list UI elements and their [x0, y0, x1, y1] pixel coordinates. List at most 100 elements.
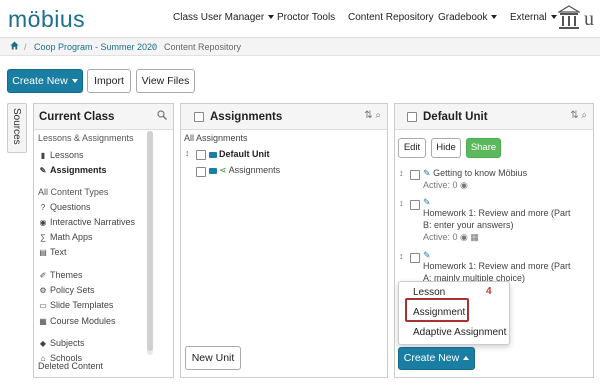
home-icon[interactable]: [10, 41, 19, 50]
breadcrumb-class-link[interactable]: Coop Program - Summer 2020: [34, 42, 157, 52]
nav-label: Gradebook: [438, 12, 488, 23]
breadcrumb-current: Content Repository: [164, 42, 242, 52]
search-icon[interactable]: [157, 110, 167, 120]
drag-handle-icon[interactable]: ↕: [399, 251, 404, 261]
narrative-icon: ◉: [39, 218, 47, 227]
edit-button[interactable]: Edit: [398, 138, 426, 158]
tree-item-default-unit[interactable]: Default Unit: [209, 149, 270, 159]
class-item-deleted-content[interactable]: Deleted Content: [38, 361, 103, 371]
group-label: All Content Types: [38, 187, 109, 197]
row-checkbox[interactable]: [410, 200, 420, 210]
class-item-questions[interactable]: ? Questions: [38, 202, 91, 212]
annotation-number: 4: [486, 286, 492, 297]
nav-gradebook[interactable]: Gradebook: [438, 12, 498, 23]
sort-icon[interactable]: ⇅: [364, 110, 372, 121]
nav-label: External: [510, 12, 547, 23]
pencil-icon: ✎: [423, 168, 431, 178]
class-item-subjects[interactable]: ◆ Subjects: [38, 338, 85, 348]
eye-icon[interactable]: ◉: [460, 232, 468, 242]
row-checkbox[interactable]: [196, 167, 206, 177]
button-label: Create New: [403, 352, 460, 364]
caret-down-icon: [491, 15, 498, 20]
search-icon[interactable]: ⌕: [581, 110, 587, 121]
item-label: Text: [50, 247, 67, 257]
header-icons: ⇅ ⌕: [570, 110, 587, 121]
sort-icon[interactable]: ⇅: [570, 110, 578, 121]
institution-name: u: [584, 8, 594, 30]
tree-item-assignments[interactable]: ⋖ Assignments: [209, 165, 280, 176]
text-icon: ▤: [39, 248, 47, 257]
item-label: Slide Templates: [50, 300, 114, 310]
item-label: Questions: [50, 202, 91, 212]
item-label: Default Unit: [219, 149, 270, 159]
class-item-interactive-narratives[interactable]: ◉ Interactive Narratives: [38, 217, 136, 227]
folder-icon: [209, 167, 217, 174]
unit-item-status: Active: 0 ◉ ▦: [423, 232, 479, 243]
caret-down-icon: [550, 15, 557, 20]
row-checkbox[interactable]: [196, 150, 206, 160]
row-checkbox[interactable]: [410, 170, 420, 180]
row-checkbox[interactable]: [410, 253, 420, 263]
class-item-course-modules[interactable]: ▦ Course Modules: [38, 316, 116, 326]
mobius-logo[interactable]: möbius: [8, 6, 85, 33]
eye-icon[interactable]: ◉: [460, 180, 468, 190]
unit-item-status: Active: 0 ◉: [423, 180, 468, 191]
class-item-policy-sets[interactable]: ⚙ Policy Sets: [38, 285, 95, 295]
drag-handle-icon[interactable]: ↕: [399, 168, 404, 178]
breadcrumb: / Coop Program - Summer 2020 / Content R…: [0, 38, 600, 56]
scrollbar[interactable]: [147, 131, 153, 355]
panel-header: Assignments ⇅ ⌕: [181, 104, 387, 130]
item-label: Policy Sets: [50, 285, 95, 295]
share-button[interactable]: Share: [466, 138, 501, 158]
unit-item-title[interactable]: ✎ Getting to know Möbius: [423, 168, 527, 179]
new-unit-button[interactable]: New Unit: [185, 346, 241, 370]
sources-tab[interactable]: Sources: [7, 103, 27, 153]
nav-content-repository[interactable]: Content Repository: [348, 12, 434, 23]
calendar-icon[interactable]: ▦: [470, 232, 479, 242]
math-app-icon: ∑: [40, 233, 46, 242]
pencil-icon: ✎: [423, 197, 431, 207]
item-label: Assignments: [228, 165, 281, 175]
caret-down-icon: [71, 79, 78, 84]
class-item-math-apps[interactable]: ∑ Math Apps: [38, 232, 92, 242]
panel-title: Default Unit: [423, 111, 488, 123]
panel-header: Current Class: [34, 104, 173, 130]
status-text: Active: 0: [423, 232, 458, 242]
book-icon: ▮: [40, 151, 46, 160]
class-item-slide-templates[interactable]: ▭ Slide Templates: [38, 300, 113, 310]
drag-handle-icon[interactable]: ↕: [185, 148, 190, 158]
themes-icon: ✐: [39, 271, 47, 280]
slide-templates-icon: ▭: [39, 301, 47, 310]
class-item-assignments[interactable]: ✎ Assignments: [38, 165, 107, 175]
nav-class-user-manager[interactable]: Class User Manager: [173, 12, 275, 23]
panel-header: Default Unit ⇅ ⌕: [395, 104, 593, 130]
item-label: Getting to know Möbius: [433, 168, 528, 178]
highlight-box: [405, 298, 469, 322]
nav-external[interactable]: External: [510, 12, 557, 23]
item-label: Assignments: [50, 165, 107, 175]
pencil-icon: ✎: [39, 166, 47, 175]
item-label: Interactive Narratives: [50, 217, 136, 227]
class-item-text[interactable]: ▤ Text: [38, 247, 67, 257]
course-modules-icon: ▦: [39, 317, 47, 326]
import-button[interactable]: Import: [87, 69, 131, 93]
search-icon[interactable]: ⌕: [375, 110, 381, 121]
select-all-checkbox[interactable]: [194, 112, 204, 122]
hide-button[interactable]: Hide: [431, 138, 461, 158]
nav-label: Class User Manager: [173, 12, 265, 23]
unit-create-new-button[interactable]: Create New: [398, 347, 475, 370]
menu-item-lesson[interactable]: Lesson: [413, 287, 445, 298]
scrollbar-thumb[interactable]: [147, 131, 153, 351]
menu-item-adaptive-assignment[interactable]: Adaptive Assignment: [413, 327, 506, 338]
select-all-checkbox[interactable]: [407, 112, 417, 122]
unit-item-title[interactable]: Homework 1: Review and more (Part B: ent…: [423, 207, 573, 231]
drag-handle-icon[interactable]: ↕: [399, 198, 404, 208]
nav-proctor-tools[interactable]: Proctor Tools: [277, 12, 335, 23]
policy-sets-icon: ⚙: [39, 286, 47, 295]
view-files-button[interactable]: View Files: [136, 69, 195, 93]
item-label: Course Modules: [50, 316, 116, 326]
class-item-themes[interactable]: ✐ Themes: [38, 270, 83, 280]
sources-tab-label: Sources: [11, 108, 22, 145]
create-new-button[interactable]: Create New: [7, 69, 83, 93]
class-item-lessons[interactable]: ▮ Lessons: [38, 150, 84, 160]
